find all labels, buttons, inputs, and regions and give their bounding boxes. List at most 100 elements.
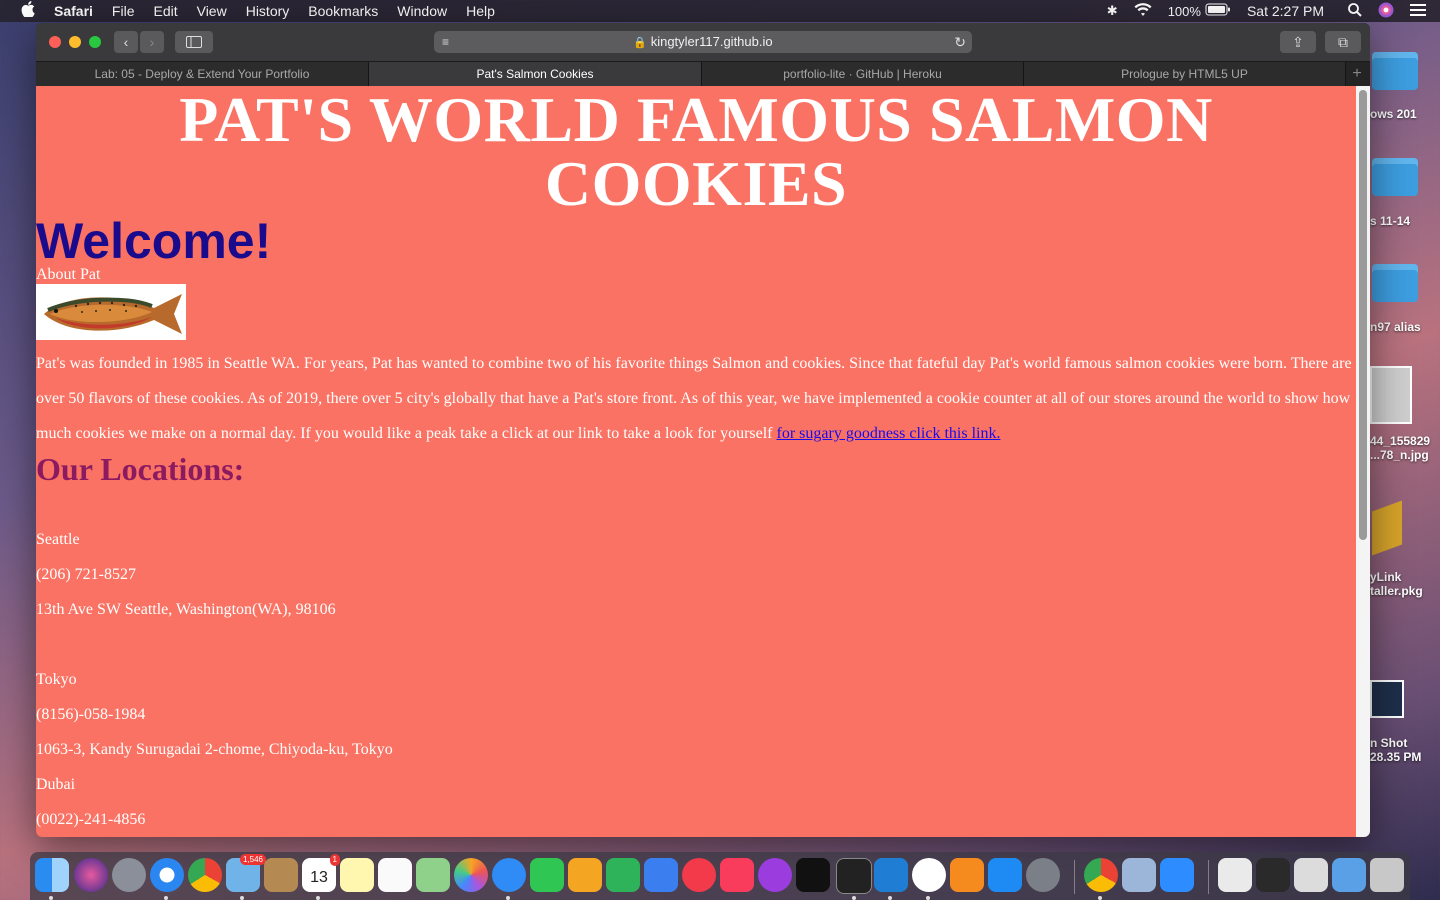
scrollbar-thumb[interactable]: [1359, 90, 1367, 540]
menu-bookmarks[interactable]: Bookmarks: [308, 3, 378, 19]
siri-icon[interactable]: [74, 858, 108, 892]
page-title: PAT'S WORLD FAMOUS SALMON COOKIES: [179, 86, 1213, 219]
menu-app-safari[interactable]: Safari: [54, 3, 93, 19]
launchpad-icon[interactable]: [112, 858, 146, 892]
desktop-folder-icon[interactable]: [1372, 264, 1418, 302]
downloads-stack-icon[interactable]: [1218, 858, 1252, 892]
calendar-day: 13: [310, 869, 328, 886]
new-tab-button[interactable]: +: [1346, 62, 1368, 87]
screenshot-thumbnail[interactable]: [1370, 680, 1404, 718]
location-phone: (0022)-241-4856: [36, 811, 146, 828]
desktop-item-label[interactable]: 44_155829 ...78_n.jpg: [1370, 434, 1440, 462]
calendar-icon[interactable]: 13 1: [302, 854, 340, 892]
bluetooth-icon[interactable]: ✱: [1107, 3, 1118, 19]
music-icon[interactable]: [720, 858, 754, 892]
podcasts-icon[interactable]: [758, 858, 792, 892]
vscode-icon[interactable]: [874, 858, 908, 892]
mail-badge: 1,546: [239, 854, 266, 865]
tab-prologue[interactable]: Prologue by HTML5 UP: [1024, 62, 1346, 87]
menu-view[interactable]: View: [197, 3, 227, 19]
books-icon[interactable]: [950, 858, 984, 892]
trash-icon[interactable]: [1370, 858, 1404, 892]
desktop-item-label[interactable]: ows 201: [1370, 107, 1440, 121]
menu-help[interactable]: Help: [466, 3, 495, 19]
app-store-icon[interactable]: [988, 858, 1022, 892]
desktop-folder-icon[interactable]: [1372, 158, 1418, 196]
desktop-photo-thumbnail[interactable]: [1370, 366, 1412, 424]
sidebar-toggle-button[interactable]: [175, 31, 213, 53]
lock-icon: 🔒: [633, 37, 648, 49]
forward-button[interactable]: ›: [140, 31, 164, 53]
close-window-button[interactable]: [49, 36, 61, 48]
dock: 1,546 13 1: [30, 852, 1410, 900]
siri-icon[interactable]: [1378, 2, 1394, 21]
apple-tv-icon[interactable]: [796, 858, 830, 892]
tab-overview-button[interactable]: ⧉: [1325, 31, 1361, 53]
address-bar[interactable]: ≡ 🔒 kingtyler117.github.io ↻: [434, 31, 972, 53]
chrome-icon[interactable]: [188, 858, 222, 892]
apple-menu-icon[interactable]: [18, 1, 38, 21]
news-icon[interactable]: [682, 858, 716, 892]
battery-percent[interactable]: 100%: [1168, 4, 1201, 19]
keynote-icon[interactable]: [644, 858, 678, 892]
applications-stack-icon[interactable]: [1332, 858, 1366, 892]
safari-icon[interactable]: [150, 858, 184, 892]
reader-icon[interactable]: ≡: [442, 31, 449, 53]
battery-icon[interactable]: [1205, 3, 1231, 19]
location-address: 1063-3, Kandy Surugadai 2-chome, Chiyoda…: [36, 741, 393, 758]
screenshots-stack-icon[interactable]: [1294, 858, 1328, 892]
salmon-image: [36, 284, 186, 340]
about-text: Pat's was founded in 1985 in Seattle WA.…: [36, 355, 1352, 442]
safari-window: ‹ › ≡ 🔒 kingtyler117.github.io ↻ ⇪ ⧉ Lab…: [36, 23, 1370, 837]
pages-icon[interactable]: [568, 858, 602, 892]
finder-icon[interactable]: [35, 858, 69, 892]
photos-icon[interactable]: [454, 858, 488, 892]
reminders-icon[interactable]: [378, 858, 412, 892]
clock[interactable]: Sat 2:27 PM: [1247, 3, 1324, 19]
notification-center-icon[interactable]: [1410, 3, 1426, 19]
back-button[interactable]: ‹: [114, 31, 138, 53]
desktop-folder-icon[interactable]: [1372, 52, 1418, 90]
notes-icon[interactable]: [340, 858, 374, 892]
messages-icon[interactable]: [492, 858, 526, 892]
numbers-icon[interactable]: [606, 858, 640, 892]
zoom-window-button[interactable]: [89, 36, 101, 48]
location-city: Tokyo: [36, 671, 77, 688]
share-button[interactable]: ⇪: [1280, 31, 1316, 53]
location-city: Seattle: [36, 531, 80, 548]
desktop-item-label[interactable]: n Shot 28.35 PM: [1370, 736, 1440, 764]
slack-icon[interactable]: [912, 858, 946, 892]
page-scrollbar[interactable]: [1356, 86, 1370, 837]
web-page: PAT'S WORLD FAMOUS SALMON COOKIES Welcom…: [36, 86, 1356, 837]
facetime-icon[interactable]: [530, 858, 564, 892]
maps-icon[interactable]: [416, 858, 450, 892]
location-phone: (206) 721-8527: [36, 566, 136, 583]
chrome-app-icon[interactable]: [1084, 858, 1118, 892]
reload-icon[interactable]: ↻: [954, 31, 966, 53]
menu-file[interactable]: File: [112, 3, 135, 19]
spotlight-icon[interactable]: [1348, 2, 1362, 20]
tab-pats-salmon-cookies[interactable]: Pat's Salmon Cookies: [369, 62, 702, 87]
tab-portfolio-lite[interactable]: portfolio-lite · GitHub | Heroku: [702, 62, 1024, 87]
system-preferences-icon[interactable]: [1026, 858, 1060, 892]
browser-toolbar: ‹ › ≡ 🔒 kingtyler117.github.io ↻ ⇪ ⧉: [36, 23, 1370, 61]
cookies-link[interactable]: for sugary goodness click this link.: [777, 425, 1001, 442]
menu-history[interactable]: History: [246, 3, 290, 19]
menu-bar: Safari File Edit View History Bookmarks …: [0, 0, 1440, 22]
mail-icon[interactable]: 1,546: [226, 854, 266, 892]
contacts-icon[interactable]: [264, 858, 298, 892]
documents-stack-icon[interactable]: [1256, 858, 1290, 892]
desktop-item-label[interactable]: yLink taller.pkg: [1370, 570, 1440, 598]
desktop-item-label[interactable]: s 11-14: [1370, 214, 1440, 228]
minimize-window-button[interactable]: [69, 36, 81, 48]
zoom-icon[interactable]: [1160, 858, 1194, 892]
tab-lab-05[interactable]: Lab: 05 - Deploy & Extend Your Portfolio: [36, 62, 369, 87]
package-icon[interactable]: [1372, 500, 1402, 556]
menu-edit[interactable]: Edit: [153, 3, 177, 19]
terminal-icon[interactable]: [836, 858, 872, 894]
calendar-badge: 1: [329, 854, 340, 866]
wifi-icon[interactable]: [1134, 2, 1152, 20]
preview-icon[interactable]: [1122, 858, 1156, 892]
menu-window[interactable]: Window: [397, 3, 447, 19]
desktop-item-label[interactable]: n97 alias: [1370, 320, 1440, 334]
